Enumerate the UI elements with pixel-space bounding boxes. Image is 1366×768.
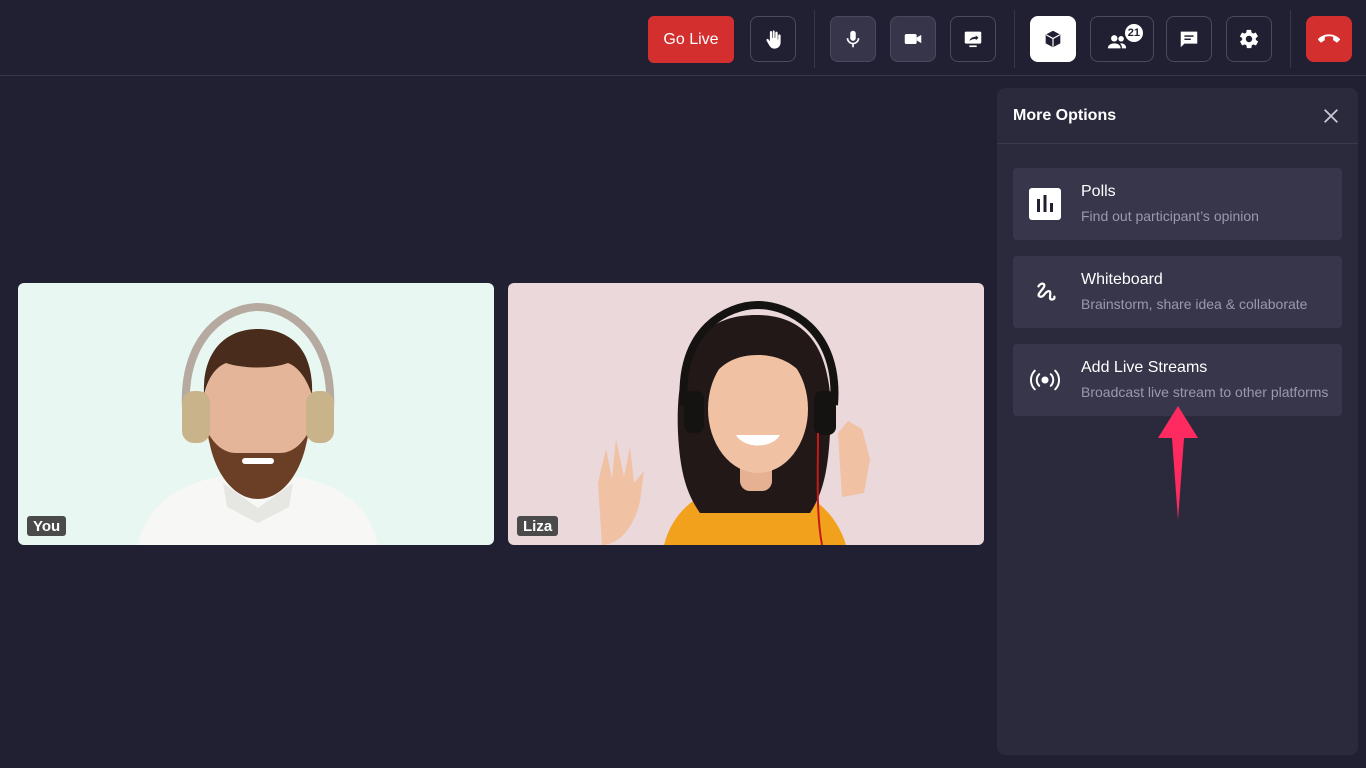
participants-button[interactable]: 21 [1090,16,1154,62]
more-options-icon [1045,30,1061,48]
poll-chart-icon [1029,188,1061,220]
close-panel-button[interactable] [1320,105,1342,127]
screen-share-icon [964,31,982,48]
participant-video-you [18,283,494,545]
panel-header: More Options [997,88,1358,144]
toolbar-divider [814,10,815,68]
video-tile-you[interactable]: You [18,283,494,545]
option-description: Broadcast live stream to other platforms [1081,384,1329,400]
broadcast-icon [1029,364,1061,396]
whiteboard-squiggle-icon [1029,276,1061,308]
video-camera-icon [904,33,922,45]
video-tile-liza[interactable]: Liza [508,283,984,545]
toolbar-divider [1290,10,1291,68]
option-title: Whiteboard [1081,271,1163,288]
toolbar-divider [1014,10,1015,68]
raise-hand-icon [766,30,781,49]
go-live-button[interactable]: Go Live [648,16,734,63]
option-description: Find out participant’s opinion [1081,208,1259,224]
option-whiteboard[interactable]: Whiteboard Brainstorm, share idea & coll… [1013,256,1342,328]
end-call-icon [1318,34,1340,43]
camera-button[interactable] [890,16,936,62]
option-polls[interactable]: Polls Find out participant’s opinion [1013,168,1342,240]
participant-video-liza [508,283,984,545]
top-toolbar: Go Live 21 [0,0,1366,76]
chat-icon [1180,31,1198,48]
close-icon [1324,108,1338,123]
screen-share-button[interactable] [950,16,996,62]
participants-count-badge: 21 [1124,24,1143,42]
option-title: Add Live Streams [1081,359,1208,376]
more-options-button[interactable] [1030,16,1076,62]
chat-button[interactable] [1166,16,1212,62]
option-description: Brainstorm, share idea & collaborate [1081,296,1308,312]
settings-button[interactable] [1226,16,1272,62]
option-title: Polls [1081,183,1116,200]
settings-icon [1239,29,1259,49]
participant-name-label: You [27,516,67,536]
microphone-button[interactable] [830,16,876,62]
participant-name-label: Liza [517,516,559,536]
mic-icon [846,30,860,48]
raise-hand-button[interactable] [750,16,796,62]
end-call-button[interactable] [1306,16,1352,62]
annotation-arrow-icon [1158,406,1198,520]
panel-title: More Options [1013,106,1117,124]
